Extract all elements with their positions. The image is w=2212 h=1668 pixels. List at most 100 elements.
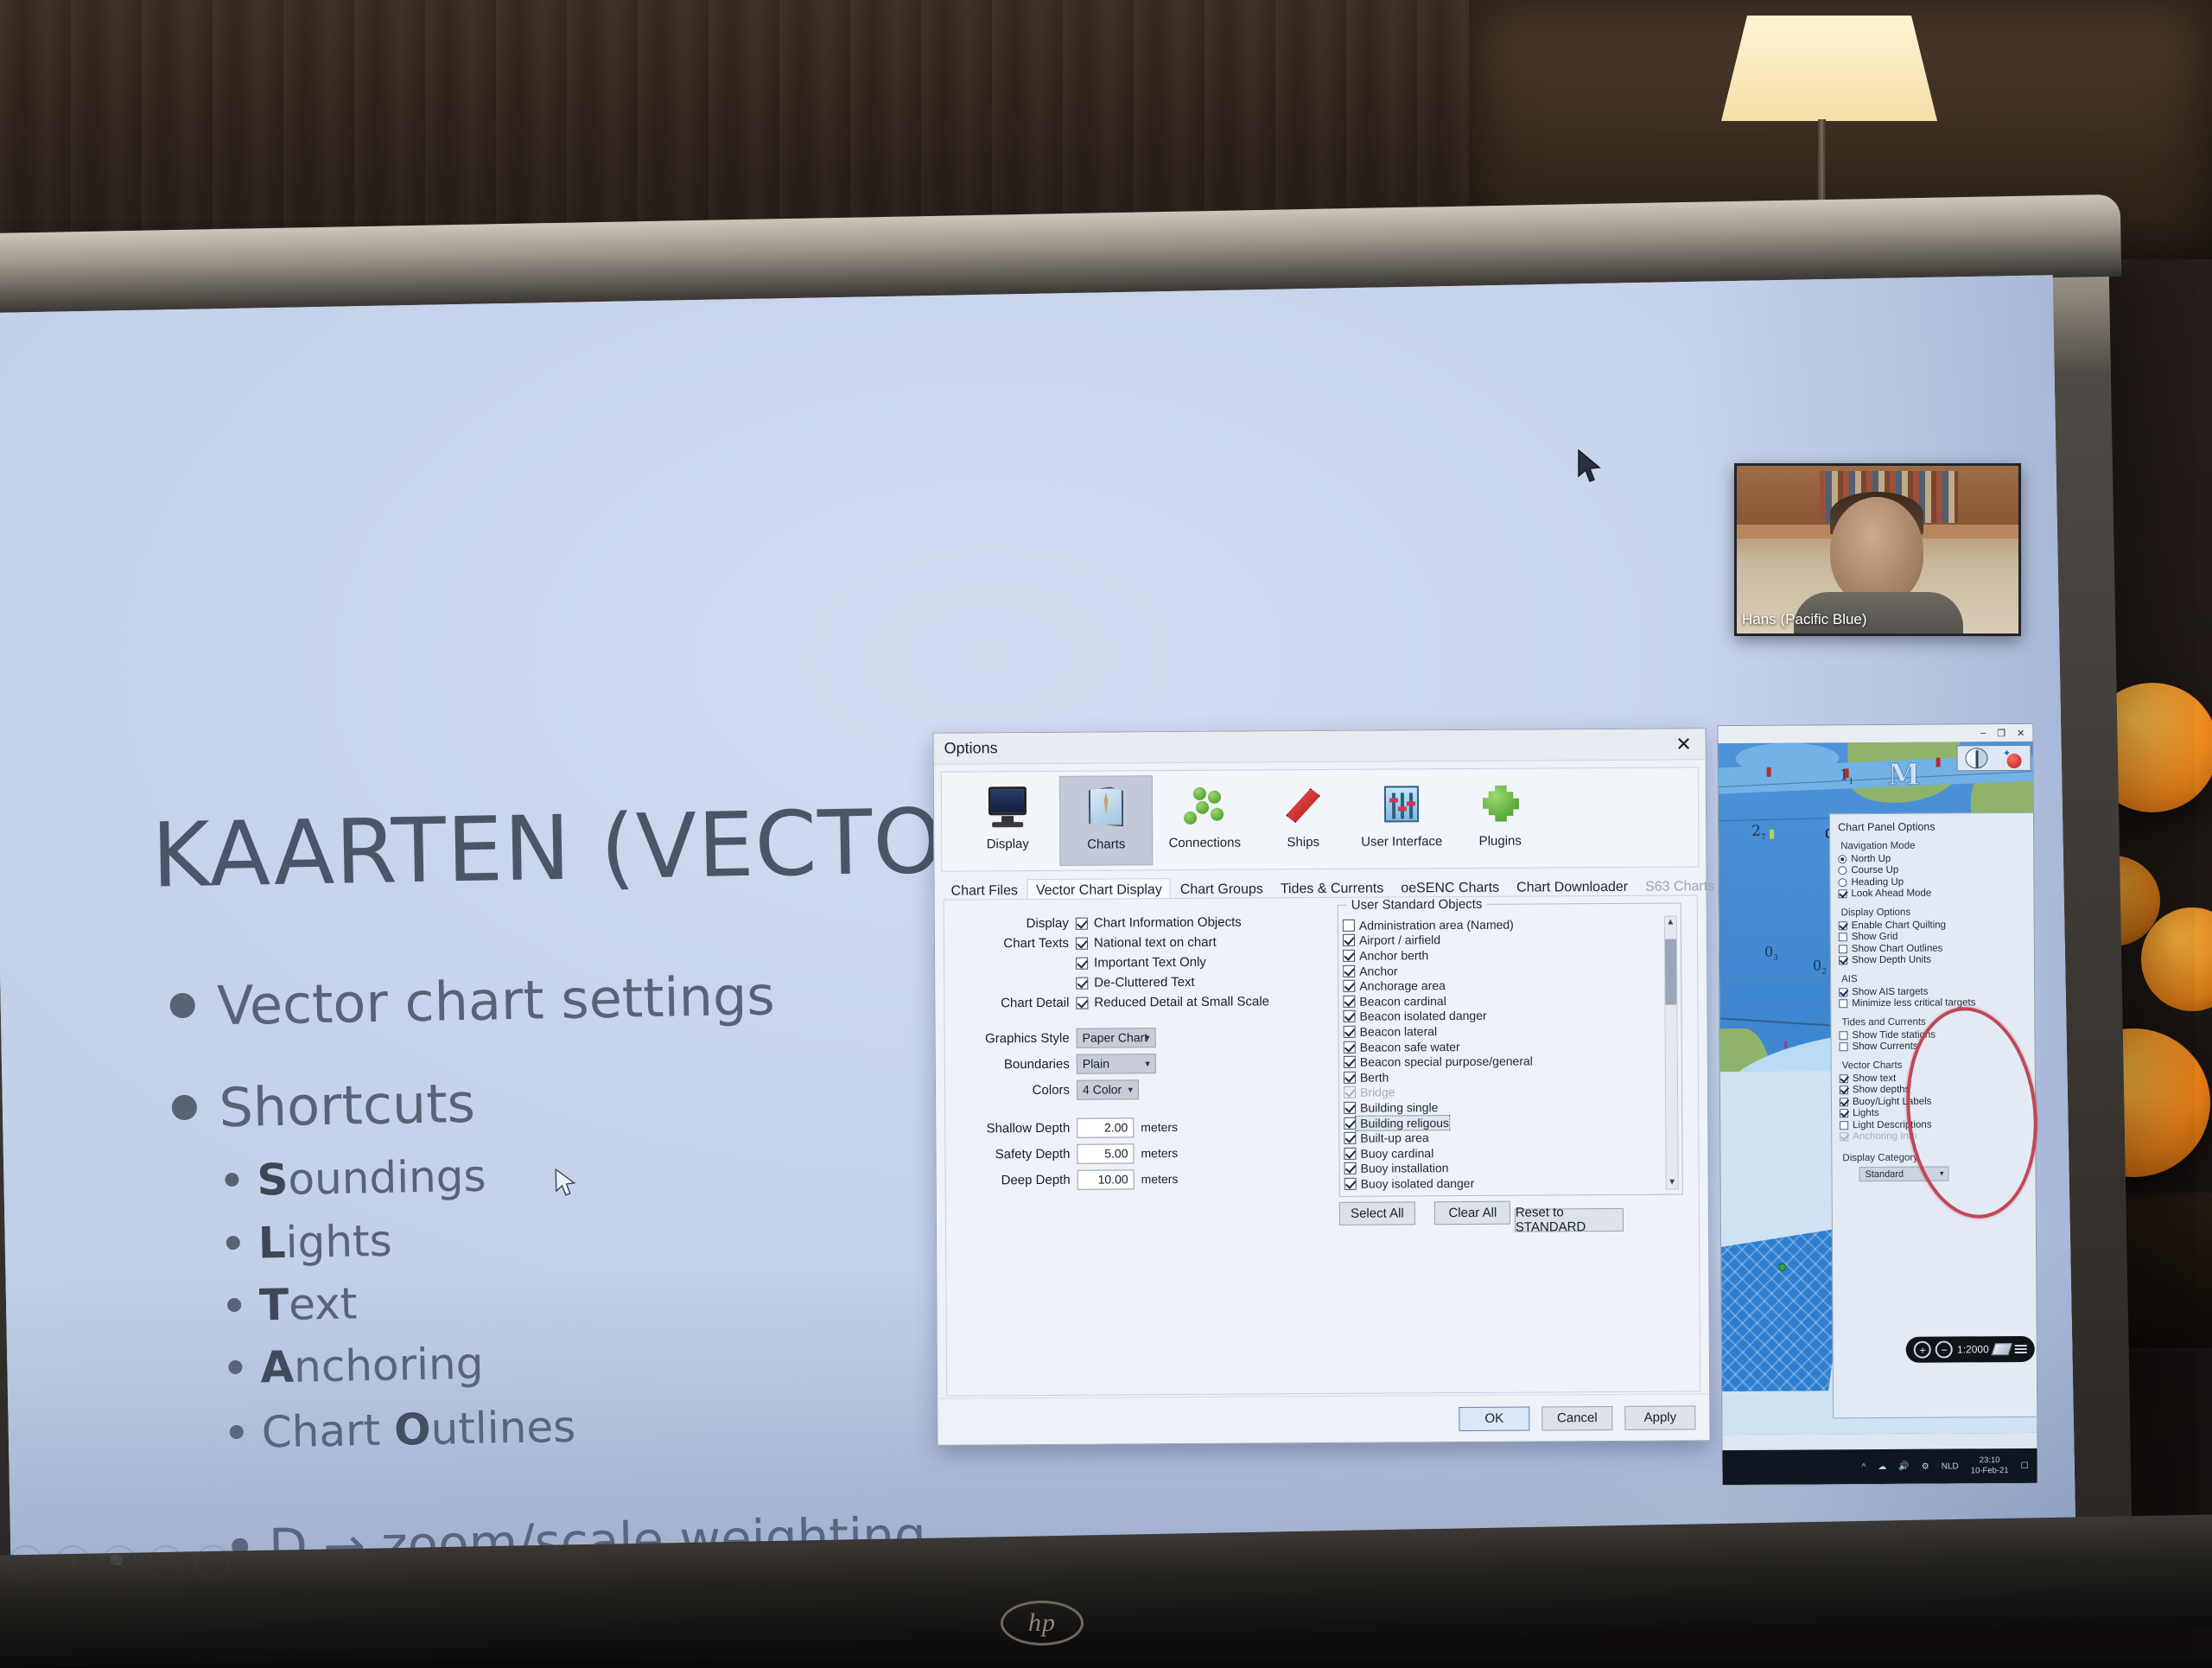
checkbox-anchorage-area[interactable] bbox=[1343, 980, 1355, 992]
slide-grid-icon[interactable]: ☷ bbox=[149, 1545, 183, 1580]
close-icon[interactable]: ✕ bbox=[2017, 727, 2024, 738]
checkbox-beacon-special-purpose-general[interactable] bbox=[1344, 1056, 1356, 1068]
user-standard-object-item[interactable]: Airport / airfield bbox=[1343, 931, 1662, 948]
bluetooth-icon[interactable]: ⚙ bbox=[1922, 1461, 1929, 1471]
reset-to-standard-button[interactable]: Reset to STANDARD bbox=[1515, 1207, 1624, 1232]
checkbox-administration-area-named[interactable] bbox=[1343, 920, 1355, 932]
apply-button[interactable]: Apply bbox=[1624, 1405, 1695, 1430]
radio-course-up[interactable] bbox=[1838, 866, 1847, 875]
checkbox-beacon-safe-water[interactable] bbox=[1344, 1041, 1356, 1053]
checkbox-row-show-ais-targets[interactable]: Show AIS targets bbox=[1839, 985, 2027, 998]
user-standard-object-item[interactable]: Built-up area bbox=[1344, 1129, 1662, 1146]
user-standard-object-item[interactable]: Building religous bbox=[1344, 1113, 1662, 1130]
close-icon[interactable]: ✕ bbox=[1662, 729, 1705, 760]
opencpn-toolbar[interactable]: ✦ bbox=[1956, 745, 2031, 772]
checkbox-row-show-chart-outlines[interactable]: Show Chart Outlines bbox=[1839, 942, 2027, 955]
checkbox-row-enable-chart-quilting[interactable]: Enable Chart Quilting bbox=[1839, 919, 2027, 932]
checkbox-important-text-only[interactable] bbox=[1076, 957, 1088, 969]
checkbox-show-chart-outlines[interactable] bbox=[1839, 945, 1847, 953]
dialog-titlebar[interactable]: Options ✕ bbox=[933, 729, 1705, 764]
user-standard-object-item[interactable]: Beacon safe water bbox=[1344, 1037, 1662, 1054]
user-standard-object-item[interactable]: Anchor bbox=[1343, 961, 1662, 978]
zoom-slide-icon[interactable]: 🔍 bbox=[102, 1545, 137, 1580]
checkbox-row-show-depth-units[interactable]: Show Depth Units bbox=[1839, 953, 2027, 966]
user-standard-object-item[interactable]: Bridge bbox=[1344, 1083, 1662, 1100]
user-standard-object-item[interactable]: Buoy cardinal bbox=[1344, 1143, 1662, 1161]
menu-icon[interactable] bbox=[2015, 1345, 2027, 1353]
checkbox-show-grid[interactable] bbox=[1839, 933, 1847, 941]
clear-all-button[interactable]: Clear All bbox=[1434, 1201, 1510, 1226]
radio-row-north-up[interactable]: North Up bbox=[1838, 852, 2026, 865]
checkbox-buoy-isolated-danger[interactable] bbox=[1344, 1178, 1357, 1190]
checkbox-light-descriptions[interactable] bbox=[1840, 1121, 1848, 1130]
opencpn-titlebar[interactable]: – ❐ ✕ bbox=[1718, 724, 2032, 743]
user-standard-object-item[interactable]: Anchor berth bbox=[1343, 946, 1662, 964]
checkbox-reduced-detail-at-small-scale[interactable] bbox=[1076, 996, 1088, 1009]
maximize-icon[interactable]: ❐ bbox=[1997, 728, 2005, 739]
radio-north-up[interactable] bbox=[1838, 855, 1847, 863]
user-standard-object-item[interactable]: Administration area (Named) bbox=[1343, 916, 1662, 933]
user-standard-object-item[interactable]: Beacon isolated danger bbox=[1343, 1007, 1662, 1024]
user-standard-objects-list[interactable]: Administration area (Named)Airport / air… bbox=[1343, 916, 1663, 1192]
scrollbar-thumb[interactable] bbox=[1665, 939, 1676, 1004]
zoom-out-icon[interactable]: − bbox=[1936, 1340, 1953, 1358]
radio-row-heading-up[interactable]: Heading Up bbox=[1838, 875, 2026, 888]
video-participant-tile[interactable]: Hans (Pacific Blue) bbox=[1734, 463, 2021, 636]
input-shallow-depth[interactable]: 2.00 bbox=[1077, 1117, 1134, 1137]
checkbox-lights[interactable] bbox=[1840, 1109, 1848, 1117]
checkbox-airport-airfield[interactable] bbox=[1343, 934, 1355, 946]
checkbox-national-text-on-chart[interactable] bbox=[1076, 937, 1088, 949]
checkbox-show-depths[interactable] bbox=[1840, 1085, 1848, 1094]
checkbox-show-tide-stations[interactable] bbox=[1839, 1031, 1847, 1040]
select-graphics-style[interactable]: Paper Chart ▾ bbox=[1077, 1028, 1156, 1048]
user-standard-object-item[interactable]: Building single bbox=[1344, 1098, 1662, 1116]
input-safety-depth[interactable]: 5.00 bbox=[1077, 1143, 1134, 1163]
network-label[interactable]: NLD bbox=[1942, 1461, 1959, 1471]
minimize-icon[interactable]: – bbox=[1980, 728, 1986, 738]
checkbox-building-single[interactable] bbox=[1344, 1102, 1356, 1114]
checkbox-beacon-lateral[interactable] bbox=[1344, 1026, 1356, 1038]
checkbox-minimize-less-critical-targets[interactable] bbox=[1839, 999, 1847, 1008]
radio-row-course-up[interactable]: Course Up bbox=[1838, 863, 2026, 876]
checkbox-beacon-cardinal[interactable] bbox=[1343, 996, 1355, 1008]
checkbox-row-show-grid[interactable]: Show Grid bbox=[1839, 930, 2027, 943]
checkbox-built-up-area[interactable] bbox=[1344, 1132, 1356, 1144]
checkbox-de-cluttered-text[interactable] bbox=[1076, 977, 1088, 989]
toolbar-button-plugins[interactable]: Plugins bbox=[1453, 773, 1548, 863]
checkbox-building-religous[interactable] bbox=[1344, 1117, 1356, 1129]
zoom-control[interactable]: + − 1:2000 bbox=[1906, 1336, 2035, 1363]
action-center-icon[interactable]: ☐ bbox=[2021, 1461, 2029, 1470]
checkbox-look-ahead-mode[interactable] bbox=[1838, 889, 1847, 898]
user-standard-object-item[interactable]: Buoy isolated danger bbox=[1344, 1175, 1663, 1192]
checkbox-berth[interactable] bbox=[1344, 1071, 1356, 1083]
scroll-down-icon[interactable]: ▼ bbox=[1667, 1176, 1678, 1188]
user-standard-object-item[interactable]: Beacon lateral bbox=[1344, 1022, 1662, 1040]
checkbox-anchor[interactable] bbox=[1343, 965, 1355, 977]
more-options-icon[interactable]: ⋯ bbox=[195, 1545, 230, 1580]
pen-icon[interactable]: ✎ bbox=[9, 1545, 43, 1580]
user-standard-object-item[interactable]: Anchorage area bbox=[1343, 977, 1662, 994]
laser-pointer-icon[interactable]: ◉ bbox=[55, 1545, 90, 1580]
show-hidden-icons-icon[interactable]: ^ bbox=[1862, 1462, 1866, 1472]
toolbar-button-ships[interactable]: Ships bbox=[1256, 774, 1351, 865]
onedrive-icon[interactable]: ☁ bbox=[1878, 1461, 1886, 1471]
checkbox-show-depth-units[interactable] bbox=[1839, 956, 1847, 965]
select-colors[interactable]: 4 Color ▾ bbox=[1077, 1079, 1139, 1099]
toolbar-button-display[interactable]: Display bbox=[961, 776, 1055, 867]
gps-status-icon[interactable]: ✦ bbox=[2002, 748, 2023, 768]
chart-bar-icon[interactable] bbox=[1992, 1343, 2012, 1355]
toolbar-button-charts[interactable]: Charts bbox=[1059, 775, 1154, 866]
checkbox-buoy-cardinal[interactable] bbox=[1344, 1147, 1356, 1159]
checkbox-buoy-light-labels[interactable] bbox=[1840, 1098, 1848, 1106]
cancel-button[interactable]: Cancel bbox=[1541, 1405, 1612, 1430]
radio-heading-up[interactable] bbox=[1838, 878, 1847, 887]
toolbar-button-user-interface[interactable]: User Interface bbox=[1355, 774, 1449, 864]
volume-icon[interactable]: 🔊 bbox=[1898, 1461, 1910, 1471]
checkbox-row-minimize-less-critical-targets[interactable]: Minimize less critical targets bbox=[1839, 996, 2027, 1009]
checkbox-chart-information-objects[interactable] bbox=[1076, 917, 1088, 929]
input-deep-depth[interactable]: 10.00 bbox=[1077, 1169, 1135, 1189]
checkbox-beacon-isolated-danger[interactable] bbox=[1343, 1010, 1355, 1022]
user-standard-object-item[interactable]: Beacon cardinal bbox=[1343, 992, 1662, 1009]
checkbox-show-text[interactable] bbox=[1840, 1074, 1848, 1083]
checkbox-buoy-installation[interactable] bbox=[1344, 1162, 1357, 1175]
